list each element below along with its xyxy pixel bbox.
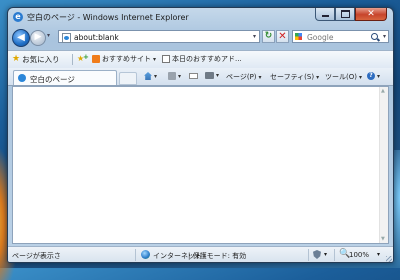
favorites-star-icon: ★ (12, 54, 21, 64)
minimize-button[interactable] (315, 8, 335, 21)
print-button[interactable]: ▾ (205, 72, 219, 79)
scroll-down-icon[interactable]: ▼ (381, 236, 385, 242)
address-field[interactable]: about:blank ▾ (58, 30, 260, 43)
help-button[interactable]: ? ▾ (367, 72, 380, 80)
page-menu-button[interactable]: ページ(P) ▾ (226, 72, 262, 82)
safety-menu-dropdown-icon: ▾ (316, 73, 320, 81)
shield-dropdown-icon[interactable]: ▾ (324, 251, 327, 258)
mail-icon (189, 73, 198, 79)
favorites-bar: ★ お気に入り ★ + おすすめサイト ▾ 本日のおすすめアド... (8, 50, 393, 68)
print-icon (205, 72, 214, 79)
webslice-label: 本日のおすすめアド... (172, 55, 242, 63)
search-field[interactable]: Google ▾ (292, 30, 389, 43)
home-dropdown-icon: ▾ (154, 72, 158, 80)
page-menu-dropdown-icon: ▾ (258, 73, 262, 81)
suggested-sites-button[interactable]: おすすめサイト ▾ (92, 54, 156, 64)
favorites-label: お気に入り (22, 55, 60, 64)
feeds-icon (168, 72, 176, 80)
tools-menu-label: ツール(O) (325, 73, 357, 81)
favorites-button[interactable]: ★ お気に入り (12, 54, 60, 65)
tools-menu-button[interactable]: ツール(O) ▾ (325, 72, 362, 82)
page-menu-label: ページ(P) (226, 73, 257, 81)
maximize-icon (340, 10, 350, 18)
new-tab-button[interactable] (119, 72, 137, 85)
status-text: ページが表示さ (12, 252, 61, 260)
address-bar-row: ◀ ▶ ▾ about:blank ▾ ↻ ✕ Google ▾ (8, 28, 393, 48)
search-options-dropdown-icon[interactable]: ▾ (383, 33, 386, 40)
feeds-dropdown-icon: ▾ (178, 72, 182, 80)
status-separator (308, 249, 309, 261)
recent-pages-dropdown-icon[interactable]: ▾ (47, 32, 50, 39)
suggested-sites-icon (92, 55, 100, 63)
title-bar[interactable]: e 空白のページ - Windows Internet Explorer ✕ (8, 8, 393, 26)
address-dropdown-icon[interactable]: ▾ (253, 33, 256, 40)
address-input[interactable]: about:blank (74, 33, 119, 42)
google-logo-icon (295, 33, 302, 40)
search-input[interactable]: Google (307, 33, 333, 42)
back-button[interactable]: ◀ (12, 29, 30, 47)
webslice-icon (162, 55, 170, 63)
scroll-up-icon[interactable]: ▲ (381, 88, 385, 94)
ie-app-icon[interactable]: e (13, 12, 23, 22)
minimize-icon (321, 15, 329, 17)
read-mail-button[interactable] (189, 72, 198, 79)
home-button[interactable]: ▾ (144, 72, 157, 80)
favorites-separator (72, 54, 73, 65)
ie-page-icon (18, 74, 26, 82)
status-bar: ページが表示さ インターネット | 保護モード: 有効 ▾ 🔍 100% ▾ (8, 246, 393, 262)
tab-blank-page[interactable]: 空白のページ (13, 70, 117, 85)
safety-menu-label: セーフティ(S) (270, 73, 315, 81)
protected-mode-label[interactable]: | 保護モード: 有効 (188, 251, 246, 261)
search-icon[interactable] (371, 33, 378, 40)
tab-label: 空白のページ (30, 75, 75, 84)
close-button[interactable]: ✕ (355, 8, 387, 21)
feeds-button[interactable]: ▾ (168, 72, 181, 80)
zoom-level[interactable]: 100% (349, 251, 369, 259)
help-dropdown-icon: ▾ (377, 72, 381, 80)
safety-menu-button[interactable]: セーフティ(S) ▾ (270, 72, 319, 82)
tab-bar: 空白のページ ▾ ▾ ▾ ページ(P) ▾ セーフティ(S) ▾ ツール(O) … (8, 68, 393, 86)
shield-icon[interactable] (313, 250, 321, 259)
status-separator (135, 249, 136, 261)
stop-button[interactable]: ✕ (276, 30, 289, 43)
caption-buttons: ✕ (315, 8, 387, 21)
tools-menu-dropdown-icon: ▾ (358, 73, 362, 81)
refresh-button[interactable]: ↻ (262, 30, 275, 43)
suggested-sites-dropdown-icon: ▾ (153, 55, 157, 63)
maximize-button[interactable] (335, 8, 355, 21)
suggested-sites-label: おすすめサイト (102, 55, 151, 63)
zoom-dropdown-icon[interactable]: ▾ (377, 251, 380, 258)
help-icon: ? (367, 72, 375, 80)
home-icon (144, 72, 152, 80)
print-dropdown-icon: ▾ (216, 72, 220, 79)
page-icon (62, 33, 71, 43)
webslice-button[interactable]: 本日のおすすめアド... (162, 54, 242, 64)
add-plus-icon: + (83, 53, 89, 61)
forward-button[interactable]: ▶ (30, 30, 46, 46)
ie-window: e 空白のページ - Windows Internet Explorer ✕ ◀… (7, 7, 394, 263)
internet-zone-icon (141, 250, 150, 259)
status-separator (334, 249, 335, 261)
vertical-scrollbar[interactable]: ▲ ▼ (379, 87, 388, 243)
page-content-area[interactable]: ▲ ▼ (12, 86, 389, 244)
close-icon: ✕ (367, 9, 375, 19)
window-title: 空白のページ - Windows Internet Explorer (27, 13, 189, 22)
resize-grip[interactable] (386, 256, 392, 262)
